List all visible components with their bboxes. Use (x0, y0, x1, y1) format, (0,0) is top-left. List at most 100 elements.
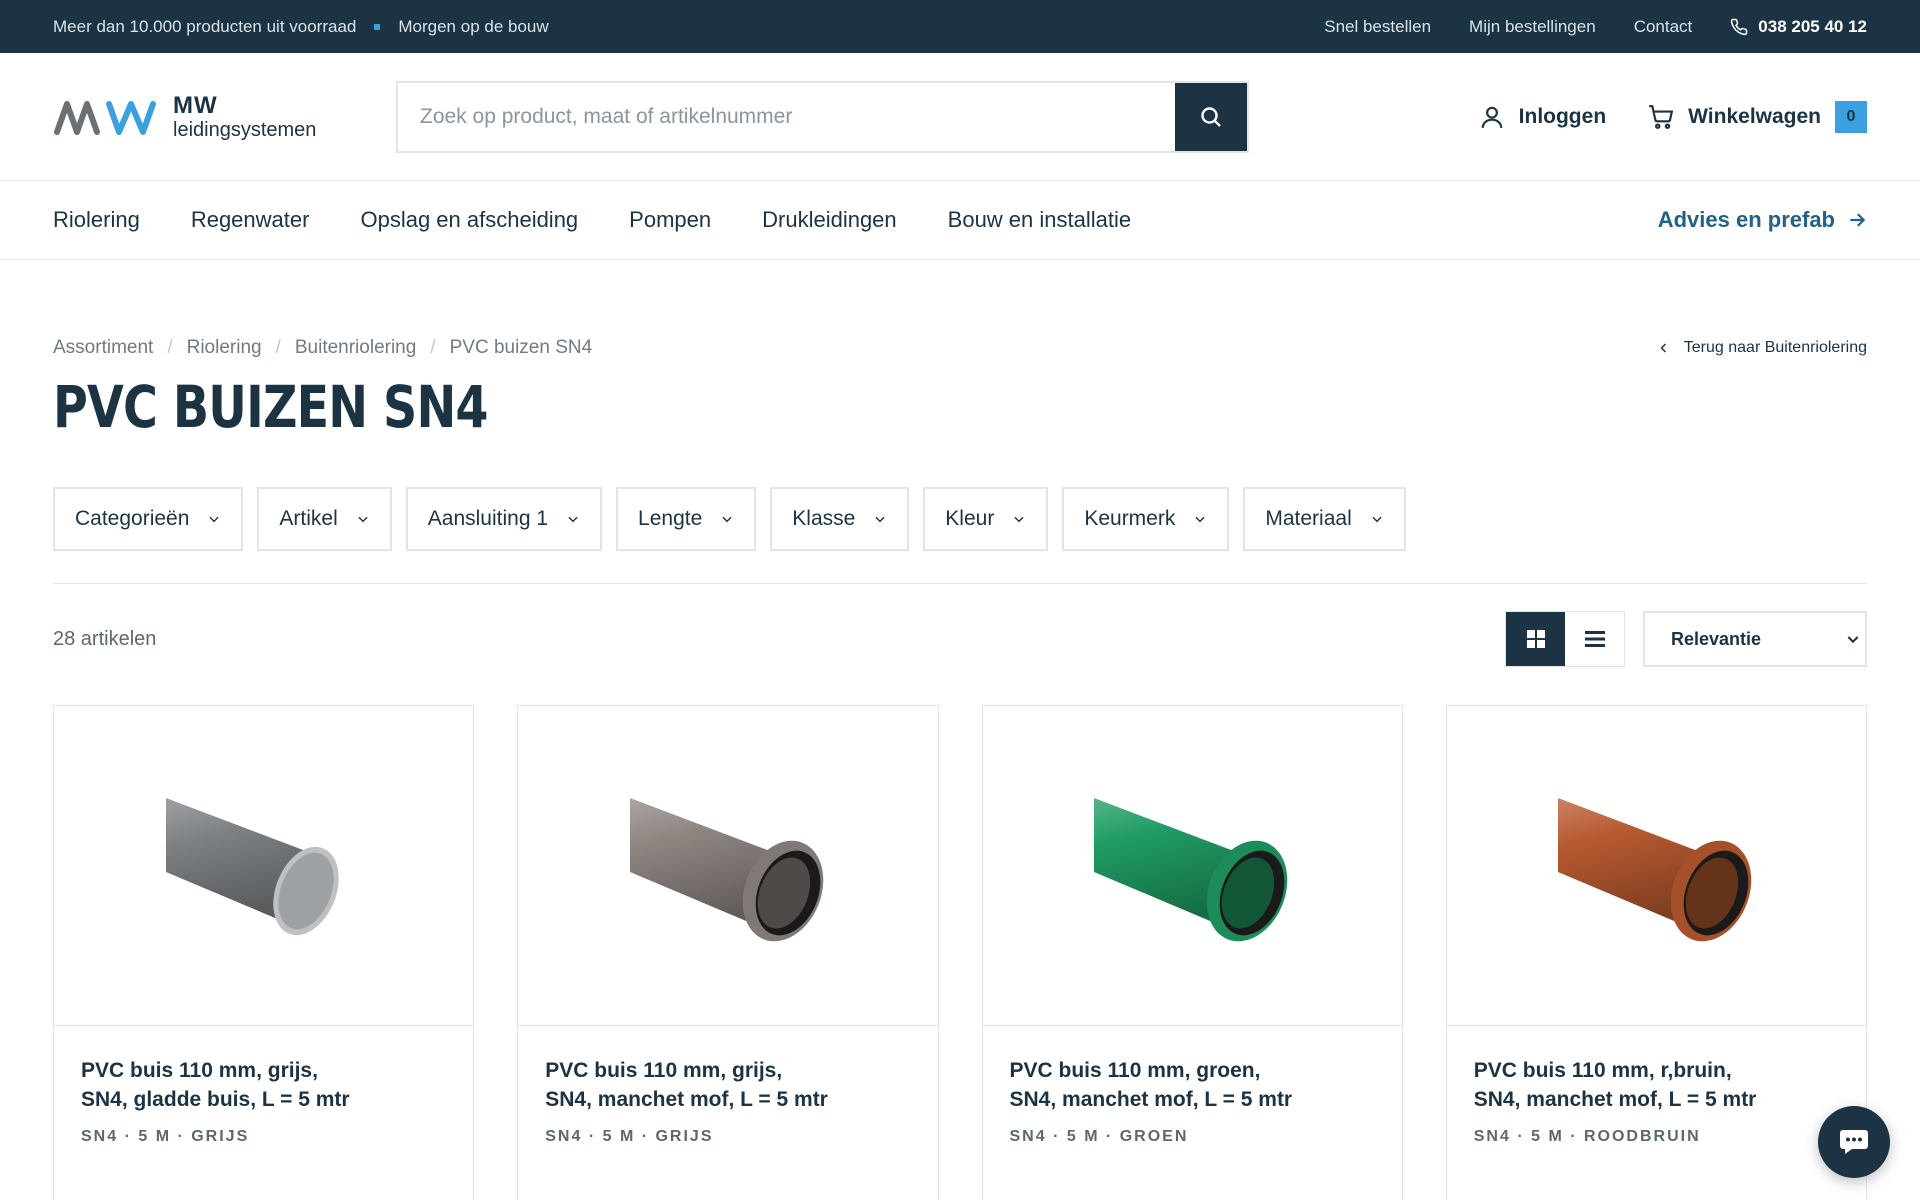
sort-selected: Relevantie (1671, 628, 1762, 649)
main-content: Assortiment / Riolering / Buitenriolerin… (0, 337, 1920, 1200)
phone-number: 038 205 40 12 (1758, 16, 1867, 36)
view-toggle (1505, 611, 1625, 667)
filter-label: Categorieën (75, 507, 190, 530)
chevron-down-icon (568, 516, 578, 523)
product-card[interactable]: PVC buis 110 mm, r,bruin, SN4, manchet mo… (1445, 705, 1867, 1200)
search-icon (1201, 106, 1221, 127)
logo-mw: MW (173, 91, 218, 119)
login-label: Inloggen (1518, 104, 1607, 128)
cart-count-badge: 0 (1835, 100, 1867, 133)
product-meta: SN4 · 5 M · GROEN (1009, 1128, 1189, 1145)
nav-item-riolering[interactable]: Riolering (53, 207, 140, 233)
top-bar: Meer dan 10.000 producten uit voorraad M… (0, 0, 1920, 53)
grid-icon (1526, 630, 1545, 648)
filter-aansluiting[interactable]: Aansluiting 1 (405, 487, 603, 551)
breadcrumb-separator: / (430, 337, 436, 358)
main-nav: Riolering Regenwater Opslag en afscheidi… (0, 181, 1920, 260)
filter-keurmerk[interactable]: Keurmerk (1062, 487, 1230, 551)
product-name[interactable]: PVC buis 110 mm, grijs, SN4, manchet mof,… (545, 1056, 910, 1114)
cart-button[interactable]: Winkelwagen 0 (1648, 100, 1867, 133)
filter-label: Materiaal (1265, 507, 1352, 530)
breadcrumb-assortiment[interactable]: Assortiment (53, 337, 153, 359)
breadcrumb-riolering[interactable]: Riolering (187, 337, 262, 359)
product-meta: SN4 · 5 M · GRIJS (545, 1128, 714, 1145)
product-image (1446, 706, 1866, 1026)
logo[interactable]: MW leidingsystemen (53, 91, 396, 140)
back-link[interactable]: Terug naar Buitenriolering (1658, 339, 1867, 357)
usp-delivery: Morgen op de bouw (398, 16, 549, 36)
pipe-image (1558, 797, 1752, 941)
product-grid: PVC buis 110 mm, grijs, SN4, gladde buis,… (53, 705, 1867, 1200)
advies-label: Advies en prefab (1657, 207, 1835, 232)
product-image (54, 706, 474, 1026)
chevron-down-icon (1847, 636, 1859, 644)
pipe-image (1094, 797, 1288, 941)
pipe-image (629, 797, 824, 941)
user-icon (1481, 106, 1502, 128)
advies-link[interactable]: Advies en prefab (1658, 207, 1867, 233)
logo-wave-icon (54, 100, 156, 135)
product-meta: SN4 · 5 M · GRIJS (81, 1128, 250, 1145)
breadcrumb-current: PVC buizen SN4 (449, 337, 593, 358)
list-view-button[interactable] (1565, 612, 1624, 666)
nav-item-opslag[interactable]: Opslag en afscheiding (360, 207, 578, 233)
cart-icon (1649, 104, 1674, 129)
contact-link[interactable]: Contact (1634, 17, 1693, 37)
search-bar (396, 80, 1249, 153)
breadcrumb-separator: / (275, 337, 281, 358)
chevron-down-icon (1372, 516, 1382, 523)
chevron-down-icon (722, 516, 732, 523)
chevron-down-icon (1014, 516, 1024, 523)
filter-materiaal[interactable]: Materiaal (1243, 487, 1406, 551)
breadcrumb: Assortiment / Riolering / Buitenriolerin… (53, 337, 592, 359)
nav-item-regenwater[interactable]: Regenwater (191, 207, 310, 233)
filter-label: Keurmerk (1084, 507, 1176, 530)
product-image (518, 706, 938, 1026)
chevron-down-icon (875, 516, 885, 523)
chevron-down-icon (358, 516, 368, 523)
phone-icon (1731, 18, 1748, 35)
breadcrumb-buitenriolering[interactable]: Buitenriolering (295, 337, 416, 359)
filter-klasse[interactable]: Klasse (770, 487, 910, 551)
product-card[interactable]: PVC buis 110 mm, grijs, SN4, gladde buis,… (53, 705, 475, 1200)
filter-label: Kleur (945, 507, 995, 530)
back-label: Terug naar Buitenriolering (1683, 339, 1867, 356)
product-name[interactable]: PVC buis 110 mm, grijs, SN4, gladde buis,… (81, 1056, 446, 1114)
grid-view-button[interactable] (1506, 612, 1565, 666)
login-button[interactable]: Inloggen (1479, 104, 1607, 130)
filter-categorieen[interactable]: Categorieën (53, 487, 244, 551)
quick-order-link[interactable]: Snel bestellen (1324, 17, 1431, 37)
my-orders-link[interactable]: Mijn bestellingen (1469, 17, 1596, 37)
filter-artikel[interactable]: Artikel (257, 487, 392, 551)
product-card[interactable]: PVC buis 110 mm, groen, SN4, manchet mof,… (981, 705, 1403, 1200)
sort-select[interactable]: Relevantie (1643, 611, 1867, 667)
chat-icon (1840, 1130, 1868, 1154)
product-card[interactable]: PVC buis 110 mm, grijs, SN4, manchet mof,… (517, 705, 939, 1200)
nav-item-bouw[interactable]: Bouw en installatie (948, 207, 1131, 233)
chat-button[interactable] (1818, 1106, 1890, 1178)
nav-item-drukleidingen[interactable]: Drukleidingen (762, 207, 897, 233)
filter-label: Aansluiting 1 (427, 507, 549, 530)
arrow-right-icon (1850, 213, 1866, 227)
chevron-down-icon (209, 516, 220, 523)
result-count: 28 artikelen (53, 627, 157, 650)
filter-label: Lengte (638, 507, 703, 530)
filter-lengte[interactable]: Lengte (616, 487, 757, 551)
filter-kleur[interactable]: Kleur (923, 487, 1049, 551)
product-meta: SN4 · 5 M · ROODBRUIN (1473, 1128, 1701, 1145)
nav-item-pompen[interactable]: Pompen (629, 207, 711, 233)
separator-dot (374, 23, 381, 30)
search-button[interactable] (1175, 82, 1247, 151)
pipe-image (165, 797, 339, 935)
page-title: PVC BUIZEN SN4 (53, 373, 489, 441)
chevron-left-icon (1660, 343, 1666, 353)
list-icon (1584, 631, 1605, 647)
filter-label: Artikel (279, 507, 338, 530)
filter-bar: Categorieën Artikel Aansluiting 1 Lengte… (53, 487, 1867, 584)
filter-label: Klasse (792, 507, 856, 530)
phone-link[interactable]: 038 205 40 12 (1730, 17, 1867, 37)
product-name[interactable]: PVC buis 110 mm, groen, SN4, manchet mof,… (1010, 1056, 1375, 1114)
search-input[interactable] (398, 82, 1175, 151)
cart-label: Winkelwagen (1688, 104, 1821, 128)
product-name[interactable]: PVC buis 110 mm, r,bruin, SN4, manchet mo… (1474, 1056, 1839, 1114)
